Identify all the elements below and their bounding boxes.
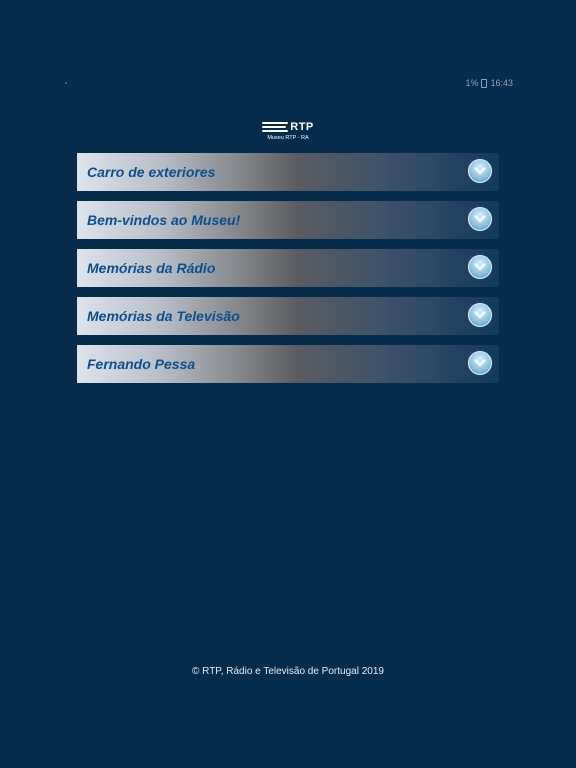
logo-subtitle: Museu RTP - RA — [267, 135, 309, 141]
menu-item-memorias-da-radio[interactable]: Memórias da Rádio — [77, 249, 499, 287]
menu-item-bem-vindos[interactable]: Bem-vindos ao Museu! — [77, 201, 499, 239]
battery-icon — [481, 78, 488, 88]
notification-dot-icon — [65, 82, 67, 84]
menu-item-label: Fernando Pessa — [87, 356, 196, 372]
copyright-footer: © RTP, Rádio e Televisão de Portugal 201… — [192, 666, 384, 677]
rtp-stripes-icon — [262, 122, 289, 132]
menu-item-carro-de-exteriores[interactable]: Carro de exteriores — [77, 153, 499, 191]
expand-button[interactable] — [468, 351, 492, 375]
menu-item-label: Memórias da Televisão — [87, 308, 240, 324]
rtp-logo-mark: RTP — [262, 121, 314, 133]
chevron-down-icon — [474, 311, 486, 319]
menu-item-label: Bem-vindos ao Museu! — [87, 212, 241, 228]
expand-button[interactable] — [468, 255, 492, 279]
expand-button[interactable] — [468, 303, 492, 327]
status-bar: 1% 16:43 — [0, 78, 576, 92]
chevron-down-icon — [474, 263, 486, 271]
logo-brand: RTP — [290, 121, 314, 133]
menu-item-memorias-da-televisao[interactable]: Memórias da Televisão — [77, 297, 499, 335]
chevron-down-icon — [474, 167, 486, 175]
menu-item-label: Memórias da Rádio — [87, 260, 216, 276]
menu-item-label: Carro de exteriores — [87, 164, 216, 180]
rtp-logo: RTP Museu RTP - RA — [0, 111, 576, 141]
status-right: 1% 16:43 — [465, 78, 513, 88]
menu-item-fernando-pessa[interactable]: Fernando Pessa — [77, 345, 499, 383]
battery-percent: 1% — [465, 78, 479, 88]
chevron-down-icon — [474, 359, 486, 367]
clock: 16:43 — [490, 78, 513, 88]
chevron-down-icon — [474, 215, 486, 223]
expand-button[interactable] — [468, 159, 492, 183]
accordion-menu: Carro de exteriores Bem-vindos ao Museu!… — [77, 153, 499, 383]
expand-button[interactable] — [468, 207, 492, 231]
